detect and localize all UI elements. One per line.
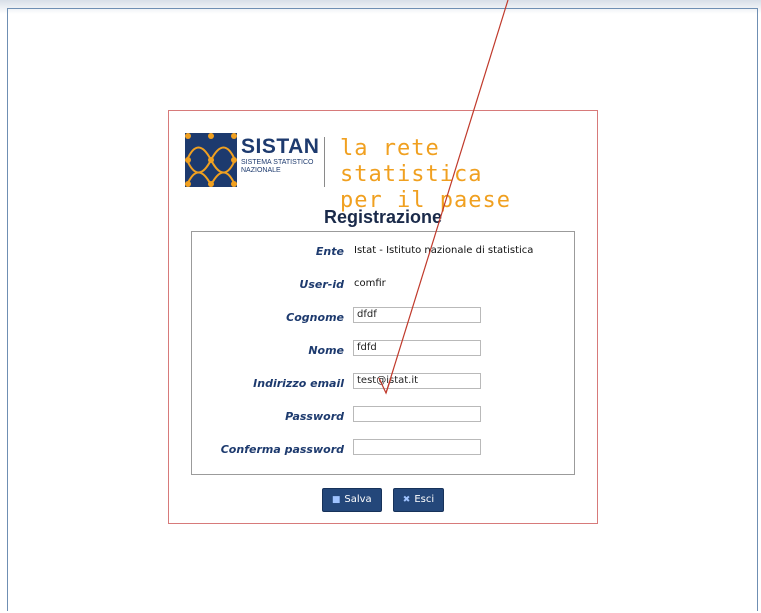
row-cognome: Cognome dfdf bbox=[192, 307, 574, 329]
email-input[interactable]: test@istat.it bbox=[353, 373, 481, 389]
row-nome: Nome fdfd bbox=[192, 340, 574, 362]
conferma-password-label: Conferma password bbox=[220, 443, 344, 456]
registration-card: SISTAN Sistema Statistico Nazionale la r… bbox=[168, 110, 598, 524]
nome-input[interactable]: fdfd bbox=[353, 340, 481, 356]
save-button[interactable]: ■ Salva bbox=[321, 488, 382, 512]
row-password: Password bbox=[192, 406, 574, 428]
page-title: Registrazione bbox=[323, 207, 443, 227]
floppy-icon: ■ bbox=[331, 495, 341, 505]
cognome-input[interactable]: dfdf bbox=[353, 307, 481, 323]
tagline-line1: la rete statistica bbox=[340, 136, 483, 187]
exit-button[interactable]: ✖ Esci bbox=[392, 488, 445, 512]
brand-subtitle-line1: Sistema Statistico bbox=[241, 159, 314, 166]
button-bar: ■ Salva ✖ Esci bbox=[169, 488, 597, 512]
exit-button-label: Esci bbox=[414, 494, 435, 505]
cognome-label: Cognome bbox=[286, 311, 344, 324]
brand-separator bbox=[324, 137, 325, 187]
password-label: Password bbox=[285, 410, 344, 423]
sistan-emblem-icon bbox=[185, 133, 237, 187]
registration-form: Ente Istat - Istituto nazionale di stati… bbox=[191, 231, 575, 475]
row-email: Indirizzo email test@istat.it bbox=[192, 373, 574, 395]
row-userid: User-id comfir bbox=[192, 274, 574, 296]
row-conferma-password: Conferma password bbox=[192, 439, 574, 461]
brand-name: SISTAN bbox=[241, 135, 320, 158]
brand-subtitle-line2: Nazionale bbox=[241, 167, 281, 174]
ente-label: Ente bbox=[315, 245, 344, 258]
save-button-label: Salva bbox=[344, 494, 372, 505]
row-ente: Ente Istat - Istituto nazionale di stati… bbox=[192, 241, 574, 263]
sistan-logo: SISTAN Sistema Statistico Nazionale la r… bbox=[185, 133, 580, 213]
conferma-password-input[interactable] bbox=[353, 439, 481, 455]
userid-value: comfir bbox=[354, 278, 386, 289]
brand-subtitle: Sistema Statistico Nazionale bbox=[241, 159, 313, 175]
close-icon: ✖ bbox=[402, 495, 411, 505]
brand-tagline: la rete statistica per il paese bbox=[340, 136, 580, 214]
nome-label: Nome bbox=[308, 344, 344, 357]
email-label: Indirizzo email bbox=[253, 377, 344, 390]
ente-value: Istat - Istituto nazionale di statistica bbox=[354, 245, 534, 256]
userid-label: User-id bbox=[299, 278, 344, 291]
password-input[interactable] bbox=[353, 406, 481, 422]
